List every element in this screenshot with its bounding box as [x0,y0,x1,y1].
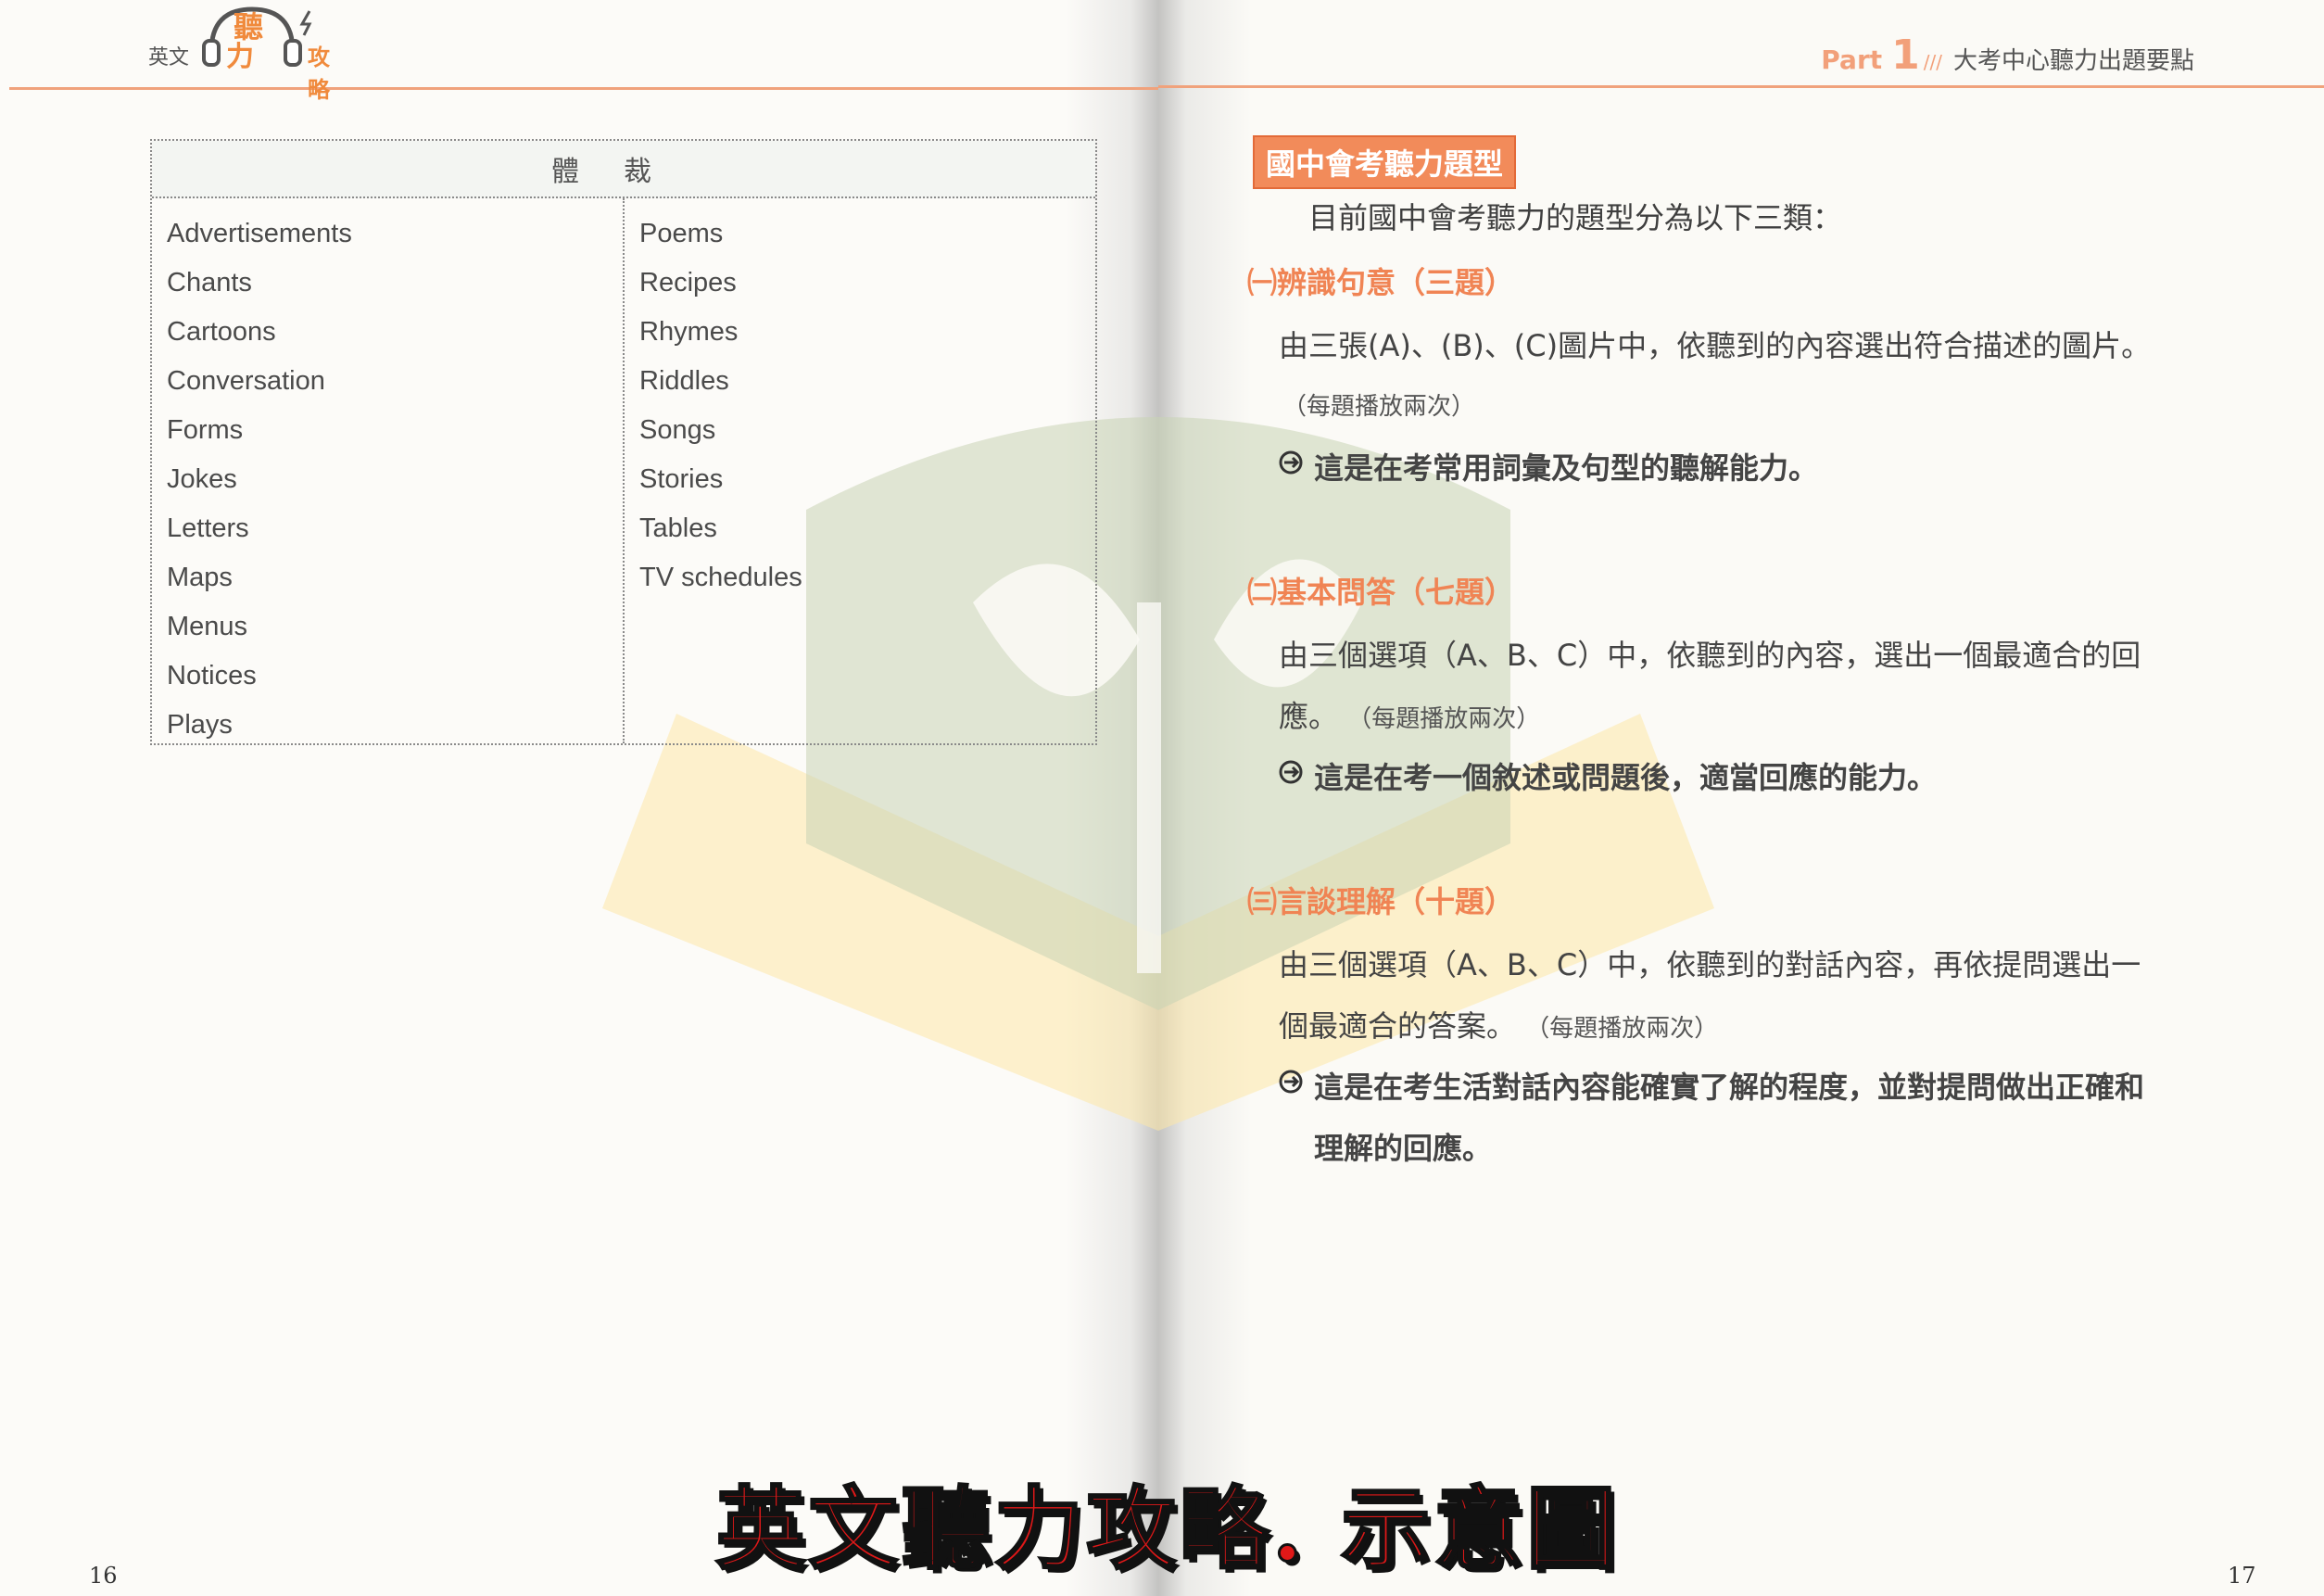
logo-char-power: 力 [226,41,254,73]
logo-strategy: 攻略 [308,44,330,103]
genre-table-header: 體裁 [152,141,1095,198]
section-2-line-2-text: 應。 [1279,699,1339,734]
section-1-note: （每題播放兩次） [1282,393,1476,421]
right-page [1158,0,2324,1596]
section-2-line-2: 應。 （每題播放兩次） [1279,693,1540,736]
section-title: 國中會考聽力題型 [1253,135,1517,189]
genre-item: Poems [639,219,724,248]
section-heading-1: ㈠辨識句意（三題） [1247,265,1515,300]
section-2-bullet: 這是在考一個敘述或問題後，適當回應的能力。 [1279,754,1937,797]
part-label: Part [1821,44,1883,75]
section-2-bullet-text: 這是在考一個敘述或問題後，適當回應的能力。 [1314,760,1938,795]
genre-item: Tables [639,513,717,543]
section-1-line-1: 由三張(A)、(B)、(C)圖片中，依聽到的內容選出符合描述的圖片。 [1279,328,2152,363]
genre-item: Chants [167,268,252,298]
genre-item: Letters [167,513,249,543]
genre-item: Stories [639,464,724,494]
header-rule-right [1158,85,2324,88]
section-1-bullet: 這是在考常用詞彙及句型的聽解能力。 [1279,445,1818,488]
section-3-bullet: 這是在考生活對話內容能確實了解的程度，並對提問做出正確和 [1279,1064,2144,1107]
genre-item: Rhymes [639,317,739,347]
arrow-circle-icon [1279,760,1303,784]
section-2-note: （每題播放兩次） [1347,705,1541,733]
genre-item: TV schedules [639,563,802,592]
section-2-line-1: 由三個選項（A、B、C）中，依聽到的內容，選出一個最適合的回 [1279,638,2141,673]
genre-item: Recipes [639,268,737,298]
caption-overlay: 英文聽力攻略. 示意圖 [714,1476,1620,1583]
genre-item: Forms [167,415,244,445]
page-number-left: 16 [89,1563,118,1589]
section-3-bullet-text: 這是在考生活對話內容能確實了解的程度，並對提問做出正確和 [1314,1070,2145,1105]
book-label: 英文 [148,46,190,70]
running-header: Part 1 /// 大考中心聽力出題要點 [1821,32,2194,79]
page-number-right: 17 [2228,1563,2256,1589]
section-3-note: （每題播放兩次） [1525,1015,1719,1043]
arrow-circle-icon [1279,450,1303,475]
genre-item: Maps [167,563,233,592]
section-heading-2: ㈡基本問答（七題） [1247,575,1515,610]
header-rule-left [9,87,1158,90]
genre-item: Menus [167,612,248,641]
chapter-title: 大考中心聽力出題要點 [1952,47,2194,75]
genre-item: Cartoons [167,317,276,347]
section-3-line-2-text: 個最適合的答案。 [1279,1008,1517,1044]
genre-item: Notices [167,661,257,690]
section-3-bullet-continued: 理解的回應。 [1314,1131,1493,1166]
intro-text: 目前國中會考聽力的題型分為以下三類： [1308,200,1843,235]
genre-item: Jokes [167,464,237,494]
genre-table: 體裁 Advertisements Chants Cartoons Conver… [150,139,1097,745]
slash-marks-icon: /// [1923,51,1942,73]
headphones-logo: 聽 力 攻略 [198,4,347,103]
part-number: 1 [1891,32,1920,79]
genre-item: Riddles [639,366,729,396]
genre-table-body: Advertisements Chants Cartoons Conversat… [152,198,1095,743]
genre-item: Plays [167,710,233,740]
section-3-line-2: 個最適合的答案。 （每題播放兩次） [1279,1003,1718,1045]
section-1-bullet-text: 這是在考常用詞彙及句型的聽解能力。 [1314,450,1819,486]
genre-item: Songs [639,415,716,445]
genre-column-right: Poems Recipes Rhymes Riddles Songs Stori… [639,209,802,602]
section-3-line-1: 由三個選項（A、B、C）中，依聽到的對話內容，再依提問選出一 [1279,947,2141,982]
arrow-circle-icon [1279,1070,1303,1094]
book-spread: 英文 聽 力 攻略 Part 1 /// 大考中心聽力出題要點 體裁 Adver… [0,0,2324,1596]
section-heading-3: ㈢言談理解（十題） [1247,884,1515,919]
column-divider [623,198,625,743]
genre-column-left: Advertisements Chants Cartoons Conversat… [167,209,352,750]
genre-item: Conversation [167,366,325,396]
genre-item: Advertisements [167,219,352,248]
